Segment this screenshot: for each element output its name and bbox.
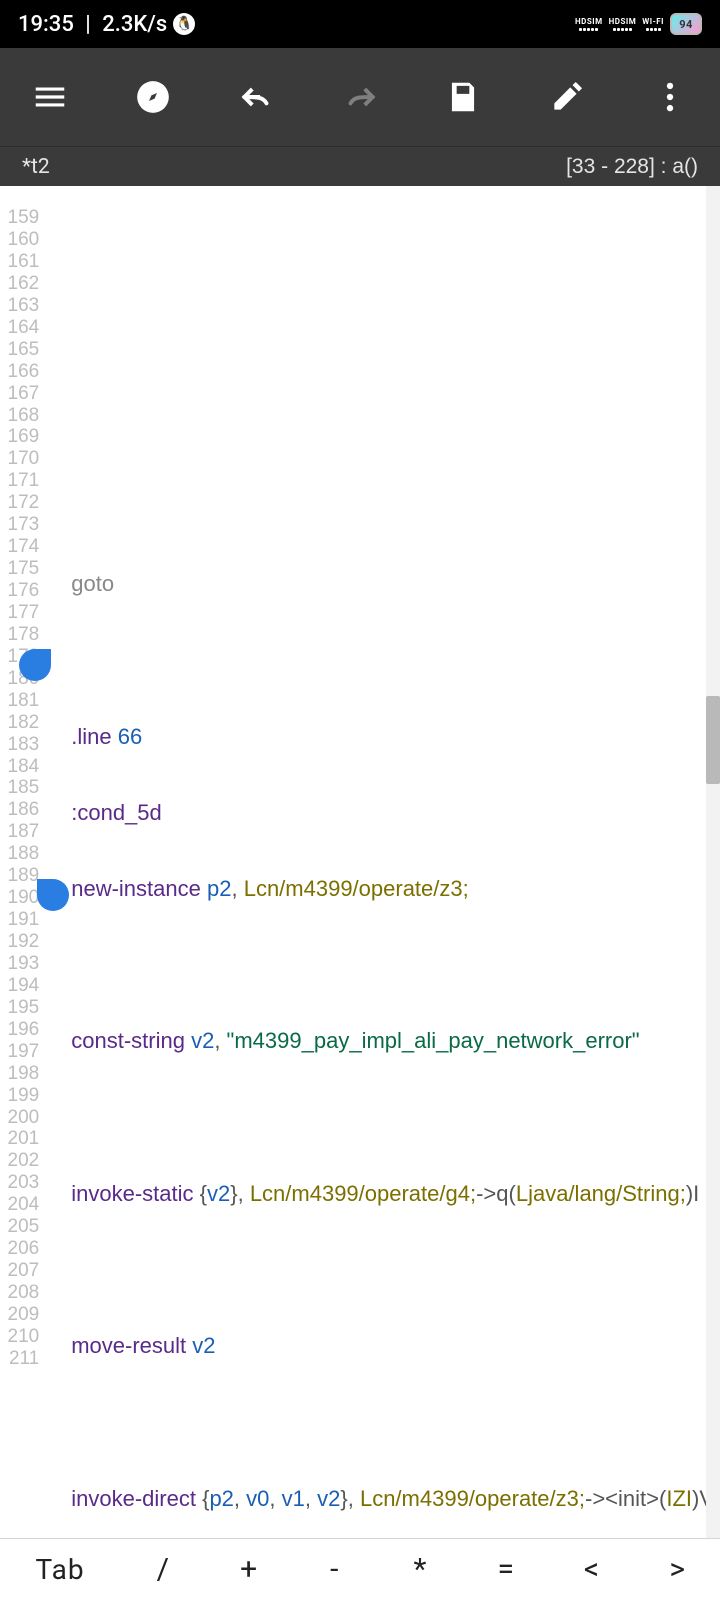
selection-handle-start[interactable]	[19, 649, 51, 681]
toolbar	[0, 48, 720, 146]
file-tab-bar: *t2 [33 - 228] : a()	[0, 146, 720, 186]
divider: |	[80, 12, 96, 37]
key-slash[interactable]: /	[120, 1542, 206, 1597]
key-lt[interactable]: <	[549, 1542, 635, 1597]
save-icon	[444, 78, 482, 116]
selection-highlight	[49, 673, 529, 698]
status-bar: 19:35 | 2.3K/s 🐧 HDSIM HDSIM WI-FI 94	[0, 0, 720, 48]
key-plus[interactable]: +	[206, 1542, 292, 1597]
code-line[interactable]	[71, 647, 714, 672]
net-speed: 2.3K/s	[102, 12, 167, 37]
explore-button[interactable]	[123, 67, 183, 127]
battery-indicator: 94	[670, 13, 702, 35]
symbol-keyrow: Tab / + - * = < >	[0, 1538, 720, 1600]
key-minus[interactable]: -	[291, 1542, 377, 1597]
more-button[interactable]	[640, 67, 700, 127]
sim1-indicator: HDSIM	[575, 18, 603, 31]
hamburger-icon	[31, 78, 69, 116]
code-line[interactable]: goto	[71, 571, 714, 596]
code-line[interactable]: move-result v2	[71, 1333, 714, 1358]
selection-handle-end[interactable]	[37, 879, 69, 911]
scrollbar-track[interactable]	[706, 186, 720, 1538]
edit-button[interactable]	[537, 67, 597, 127]
code-line[interactable]	[71, 952, 714, 977]
key-star[interactable]: *	[377, 1542, 463, 1597]
selection-highlight	[49, 775, 194, 800]
sim2-indicator: HDSIM	[609, 18, 637, 31]
status-left: 19:35 | 2.3K/s 🐧	[18, 12, 195, 37]
undo-button[interactable]	[227, 67, 287, 127]
pencil-icon	[548, 78, 586, 116]
code-line[interactable]: :cond_5d	[71, 800, 714, 825]
key-gt[interactable]: >	[634, 1542, 720, 1597]
code-line[interactable]: invoke-static {v2}, Lcn/m4399/operate/g4…	[71, 1181, 714, 1206]
more-vert-icon	[651, 78, 689, 116]
selection-highlight	[49, 622, 429, 647]
selection-highlight	[49, 826, 647, 851]
code-line[interactable]: invoke-direct {p2, v0, v1, v2}, Lcn/m439…	[71, 1486, 714, 1511]
code-editor[interactable]: 1591601611621631641651661671681691701711…	[0, 186, 720, 1538]
code-area[interactable]: goto .line 66 :cond_5d new-instance p2, …	[49, 186, 720, 1538]
key-equals[interactable]: =	[463, 1542, 549, 1597]
wifi-indicator: WI-FI	[642, 18, 664, 31]
code-line[interactable]	[71, 1257, 714, 1282]
redo-icon	[341, 78, 379, 116]
code-line[interactable]: new-instance p2, Lcn/m4399/operate/z3;	[71, 876, 714, 901]
undo-icon	[238, 78, 276, 116]
line-gutter: 1591601611621631641651661671681691701711…	[0, 186, 49, 1538]
save-button[interactable]	[433, 67, 493, 127]
file-tab[interactable]: *t2	[22, 155, 50, 179]
key-tab[interactable]: Tab	[0, 1543, 120, 1596]
code-line[interactable]	[71, 1410, 714, 1435]
status-right: HDSIM HDSIM WI-FI 94	[575, 13, 702, 35]
scrollbar-thumb[interactable]	[706, 696, 720, 784]
menu-button[interactable]	[20, 67, 80, 127]
compass-icon	[134, 78, 172, 116]
code-line[interactable]: .line 66	[71, 724, 714, 749]
redo-button[interactable]	[330, 67, 390, 127]
penguin-icon: 🐧	[173, 13, 195, 35]
cursor-position: [33 - 228] : a()	[566, 155, 720, 179]
clock: 19:35	[18, 12, 74, 37]
code-line[interactable]	[71, 1105, 714, 1130]
code-line[interactable]: const-string v2, "m4399_pay_impl_ali_pay…	[71, 1028, 714, 1053]
